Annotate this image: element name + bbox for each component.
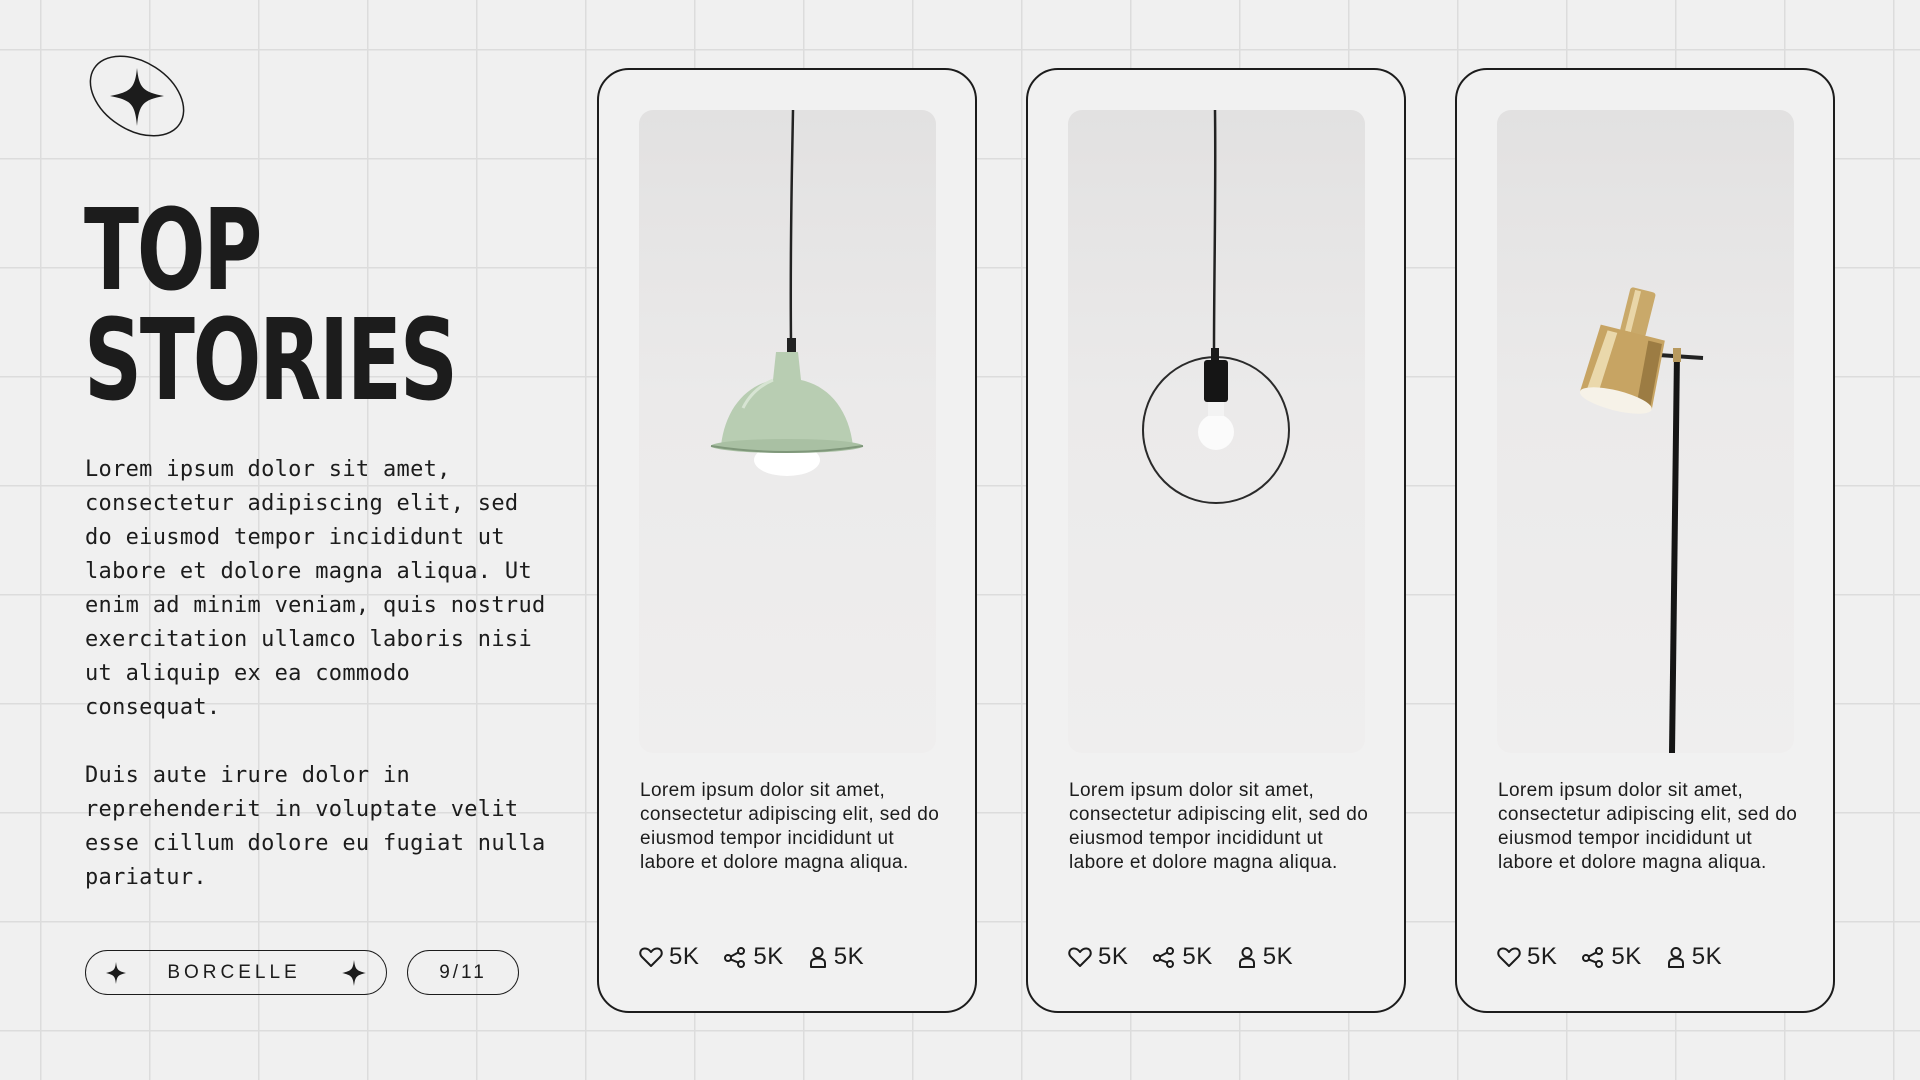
shares-count: 5K bbox=[753, 943, 784, 970]
brand-pill: BORCELLE bbox=[85, 950, 387, 995]
card-description: Lorem ipsum dolor sit amet, consectetur … bbox=[1069, 780, 1369, 873]
intro-text: Lorem ipsum dolor sit amet, consectetur … bbox=[85, 453, 555, 895]
brand-name: BORCELLE bbox=[167, 961, 301, 983]
intro-paragraph: Duis aute irure dolor in reprehenderit i… bbox=[85, 763, 546, 890]
card-description: Lorem ipsum dolor sit amet, consectetur … bbox=[640, 780, 940, 873]
shares-count: 5K bbox=[1611, 943, 1642, 970]
story-card[interactable]: Lorem ipsum dolor sit amet, consectetur … bbox=[1455, 68, 1835, 1013]
title-line: STORIES bbox=[84, 296, 458, 426]
likes-count: 5K bbox=[1098, 943, 1129, 970]
ring-pendant-lamp-image bbox=[1068, 110, 1365, 753]
followers-count: 5K bbox=[1262, 943, 1294, 970]
heart-icon bbox=[1497, 947, 1521, 967]
shares-stat[interactable]: 5K bbox=[1581, 943, 1641, 971]
share-icon bbox=[1153, 947, 1175, 968]
likes-count: 5K bbox=[1527, 943, 1558, 970]
followers-count: 5K bbox=[1691, 943, 1723, 970]
brass-floor-lamp-image bbox=[1497, 110, 1794, 753]
page-indicator: 9/11 bbox=[407, 950, 519, 995]
user-icon bbox=[1238, 947, 1255, 968]
followers-count: 5K bbox=[833, 943, 865, 970]
story-card[interactable]: Lorem ipsum dolor sit amet, consectetur … bbox=[597, 68, 977, 1013]
logo-star-icon bbox=[86, 54, 188, 138]
share-icon bbox=[1582, 947, 1604, 968]
title-line: TOP bbox=[84, 186, 262, 316]
shares-stat[interactable]: 5K bbox=[723, 943, 783, 971]
shares-stat[interactable]: 5K bbox=[1152, 943, 1212, 971]
card-description: Lorem ipsum dolor sit amet, consectetur … bbox=[1498, 780, 1798, 873]
likes-stat[interactable]: 5K bbox=[1068, 943, 1128, 971]
card-stats: 5K 5K 5K bbox=[1497, 943, 1797, 971]
likes-stat[interactable]: 5K bbox=[639, 943, 699, 971]
heart-icon bbox=[639, 947, 663, 967]
intro-paragraph: Lorem ipsum dolor sit amet, consectetur … bbox=[85, 457, 546, 720]
user-icon bbox=[809, 947, 826, 968]
green-pendant-lamp-image bbox=[639, 110, 936, 753]
user-icon bbox=[1667, 947, 1684, 968]
likes-stat[interactable]: 5K bbox=[1497, 943, 1557, 971]
followers-stat[interactable]: 5K bbox=[1237, 943, 1293, 971]
share-icon bbox=[724, 947, 746, 968]
shares-count: 5K bbox=[1182, 943, 1213, 970]
heart-icon bbox=[1068, 947, 1092, 967]
story-card[interactable]: Lorem ipsum dolor sit amet, consectetur … bbox=[1026, 68, 1406, 1013]
page-title: TOP STORIES bbox=[84, 186, 458, 426]
followers-stat[interactable]: 5K bbox=[808, 943, 864, 971]
card-stats: 5K 5K 5K bbox=[639, 943, 939, 971]
four-point-star-icon bbox=[342, 959, 366, 986]
four-point-star-icon bbox=[106, 961, 126, 984]
likes-count: 5K bbox=[669, 943, 700, 970]
card-stats: 5K 5K 5K bbox=[1068, 943, 1368, 971]
followers-stat[interactable]: 5K bbox=[1666, 943, 1722, 971]
